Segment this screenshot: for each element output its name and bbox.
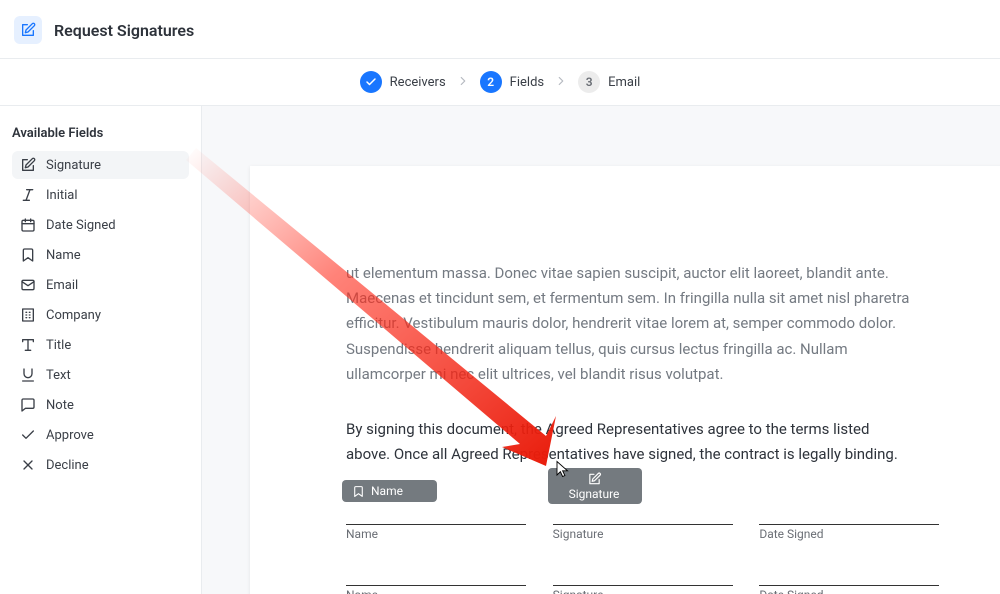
building-icon [20,307,36,323]
field-text[interactable]: Text [12,361,189,389]
message-icon [20,397,36,413]
chevron-right-icon [456,73,470,92]
bookmark-icon [20,247,36,263]
signature-table: Name Signature Date Signed Name Signatur… [346,482,966,594]
placed-signature-field[interactable]: Signature [548,468,642,504]
italic-icon [20,187,36,203]
stepper: Receivers 2 Fields 3 Email [0,59,1000,106]
field-label: Name [46,248,81,263]
table-row: Name Signature Date Signed [346,524,966,543]
sidebar: Available Fields Signature Initial Date … [0,106,202,594]
field-label: Signature [46,158,101,173]
pill-label: Name [371,485,403,497]
document-page[interactable]: ut elementum massa. Donec vitae sapien s… [250,166,1000,594]
sig-col-name: Name [346,524,526,541]
table-row: Name Signature Date Signed [346,585,966,594]
calendar-icon [20,217,36,233]
page-title: Request Signatures [54,21,194,40]
edit-icon [20,157,36,173]
underline-icon [20,367,36,383]
field-title[interactable]: Title [12,331,189,359]
type-icon [20,337,36,353]
field-label: Text [46,368,71,383]
step-label: Receivers [390,75,446,90]
field-name[interactable]: Name [12,241,189,269]
document-sign-statement: By signing this document, the Agreed Rep… [346,417,914,468]
field-label: Date Signed [46,218,116,233]
field-decline[interactable]: Decline [12,451,189,479]
field-approve[interactable]: Approve [12,421,189,449]
field-label: Approve [46,428,94,443]
sig-col-name: Name [346,585,526,594]
edit-icon [14,16,42,44]
document-canvas[interactable]: ut elementum massa. Donec vitae sapien s… [202,106,1000,594]
field-label: Company [46,308,101,323]
field-label: Initial [46,188,78,203]
field-label: Email [46,278,78,293]
x-icon [20,457,36,473]
sig-col-date: Date Signed [759,524,939,541]
field-signature[interactable]: Signature [12,151,189,179]
field-label: Title [46,338,71,353]
check-icon [20,427,36,443]
sig-col-signature: Signature [553,585,733,594]
document-paragraph: ut elementum massa. Donec vitae sapien s… [346,261,914,387]
placed-name-field[interactable]: Name [342,480,437,502]
field-label: Decline [46,458,89,473]
step-label: Fields [510,75,544,90]
field-label: Note [46,398,74,413]
field-company[interactable]: Company [12,301,189,329]
check-icon [360,71,382,93]
field-email[interactable]: Email [12,271,189,299]
chevron-right-icon [554,73,568,92]
step-number: 3 [578,71,600,93]
sig-col-signature: Signature [553,524,733,541]
step-number: 2 [480,71,502,93]
sig-col-date: Date Signed [759,585,939,594]
step-fields[interactable]: 2 Fields [480,71,544,93]
field-date-signed[interactable]: Date Signed [12,211,189,239]
sidebar-title: Available Fields [12,126,189,141]
step-receivers[interactable]: Receivers [360,71,446,93]
step-label: Email [608,75,640,90]
field-initial[interactable]: Initial [12,181,189,209]
header: Request Signatures [0,0,1000,59]
pill-label: Signature [569,488,620,500]
mail-icon [20,277,36,293]
field-list: Signature Initial Date Signed Name [12,151,189,479]
step-email[interactable]: 3 Email [578,71,640,93]
field-note[interactable]: Note [12,391,189,419]
